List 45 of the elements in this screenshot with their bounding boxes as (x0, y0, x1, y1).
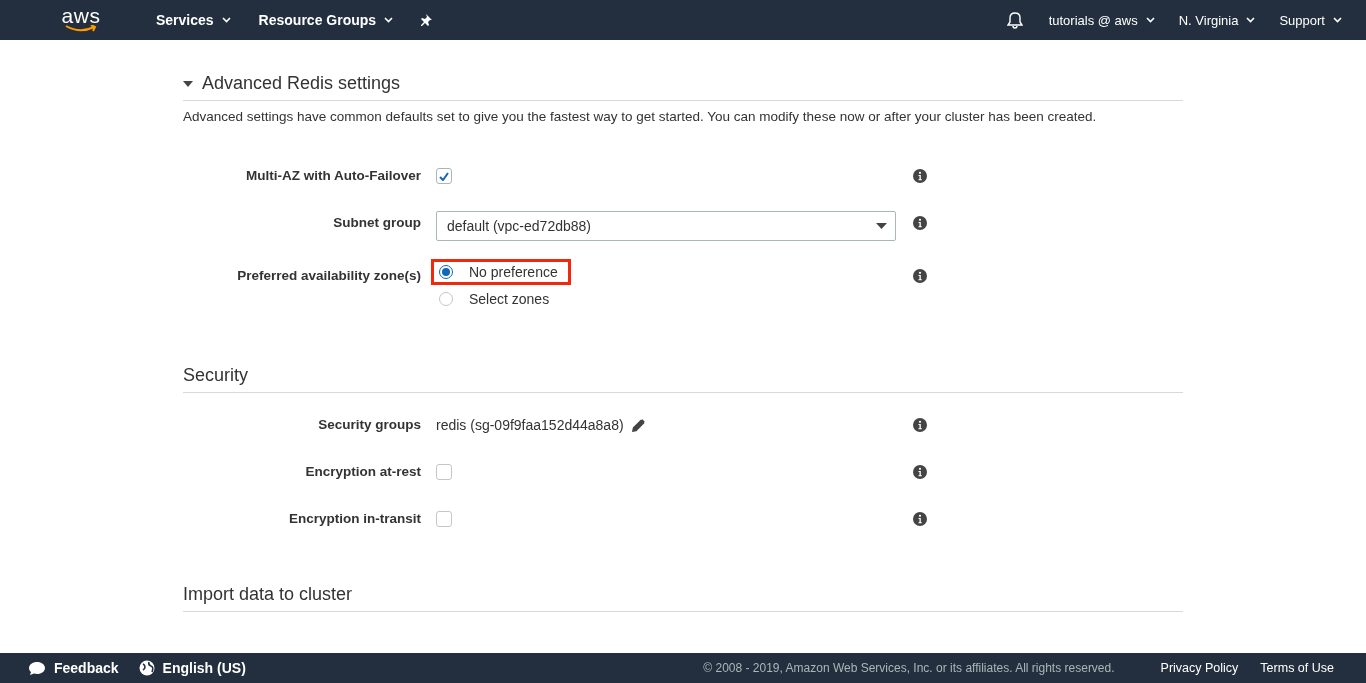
info-icon[interactable] (913, 216, 927, 230)
field-value: redis (sg-09f9faa152d44a8a8) (436, 416, 624, 435)
highlighted-radio-option[interactable]: No preference (431, 259, 571, 285)
language-button[interactable]: English (US) (138, 660, 246, 676)
info-icon[interactable] (913, 465, 927, 479)
copyright-text: © 2008 - 2019, Amazon Web Services, Inc. or its affiliates. All rights reserved. (703, 661, 1115, 675)
section-description: Advanced settings have common defaults set to give you the fastest way to get started. You can modify these now or after your cluster has been created. (183, 109, 1098, 124)
nav-menu[interactable]: Support (1279, 12, 1342, 28)
caret-icon (384, 17, 394, 23)
checkbox[interactable] (436, 168, 452, 184)
section-title: Security (183, 365, 249, 386)
field-label: Preferred availability zone(s) (236, 267, 421, 285)
section-title: Advanced Redis settings (202, 73, 401, 94)
caret-icon (1145, 17, 1155, 23)
globe-icon (138, 660, 155, 676)
nav-menu[interactable]: tutorials @ aws (1048, 12, 1155, 28)
checkbox[interactable] (436, 464, 452, 480)
feedback-button[interactable]: Feedback (28, 660, 119, 676)
field-label: Encryption in-transit (288, 510, 421, 528)
caret-icon (1333, 17, 1342, 23)
radio-option[interactable]: Select zones (431, 286, 563, 312)
expanded-triangle-icon[interactable] (183, 78, 193, 89)
nav-menu[interactable]: N. Virginia (1178, 12, 1256, 28)
info-icon[interactable] (913, 169, 927, 183)
dropdown-triangle-icon (876, 223, 887, 229)
field-label: Security groups (317, 416, 421, 434)
caret-icon (221, 17, 231, 23)
nav-menu[interactable]: Resource Groups (258, 12, 394, 28)
field-label: Subnet group (332, 214, 421, 232)
pencil-icon[interactable] (631, 418, 645, 432)
footer-link[interactable]: Privacy Policy (1160, 661, 1239, 675)
caret-icon (1246, 17, 1256, 23)
subnet-select[interactable]: default (vpc-ed72db88) (436, 211, 896, 241)
bell-icon[interactable] (1006, 11, 1023, 29)
info-icon[interactable] (913, 269, 927, 283)
info-icon[interactable] (913, 512, 927, 526)
checkbox[interactable] (436, 511, 452, 527)
field-label: Encryption at-rest (304, 463, 421, 481)
aws-logo[interactable]: aws (60, 7, 102, 33)
section-title: Import data to cluster (183, 584, 353, 605)
nav-menu[interactable]: Services (156, 12, 231, 28)
speech-bubble-icon (28, 660, 46, 676)
info-icon[interactable] (913, 418, 927, 432)
footer-link[interactable]: Terms of Use (1260, 661, 1334, 675)
field-label: Multi-AZ with Auto-Failover (245, 167, 421, 185)
